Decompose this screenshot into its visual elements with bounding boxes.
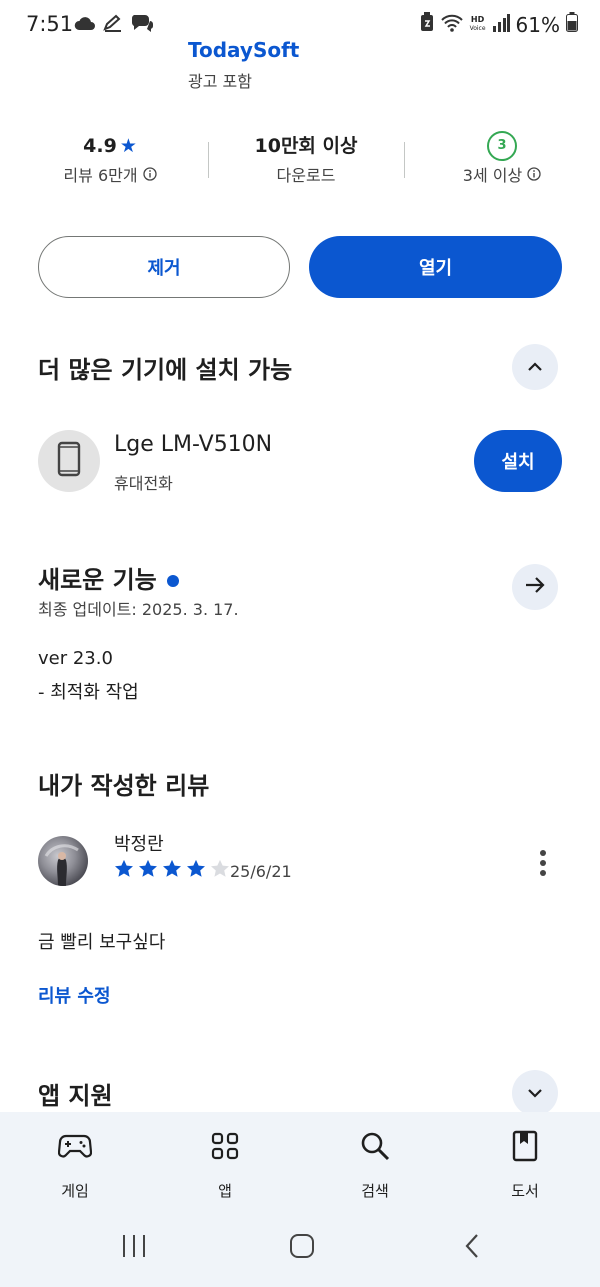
home-icon (288, 1232, 316, 1264)
age-badge-row: 3 (412, 130, 592, 162)
system-status-icons: HD Voice 61% (420, 12, 578, 37)
nav-label: 검색 (361, 1182, 389, 1200)
install-on-device-button[interactable]: 설치 (474, 430, 562, 492)
reviewer-name: 박정란 (114, 834, 164, 855)
hd-voice-icon: HD Voice (470, 16, 486, 33)
smartphone-icon (56, 441, 82, 481)
my-review-title: 내가 작성한 리뷰 (38, 772, 210, 800)
recents-icon (120, 1233, 148, 1263)
age-rating-badge: 3 (487, 131, 517, 161)
review-text: 금 빨리 보구싶다 (38, 932, 166, 953)
recents-button[interactable] (114, 1232, 154, 1264)
uninstall-button[interactable]: 제거 (38, 236, 290, 298)
reviewer-avatar (38, 836, 88, 886)
nav-search[interactable]: 검색 (300, 1112, 450, 1210)
wifi-icon (440, 13, 464, 37)
star-filled-icon (115, 859, 133, 877)
release-notes-line: - 최적화 작업 (38, 682, 139, 703)
hd-label: HD (470, 15, 485, 24)
notification-icons (74, 13, 154, 37)
more-options-button[interactable] (530, 848, 556, 878)
nav-label: 도서 (511, 1182, 539, 1200)
downloads-value: 10만회 이상 (254, 135, 358, 157)
status-bar: 7:51 HD Voice 61% (0, 0, 600, 52)
nav-apps[interactable]: 앱 (150, 1112, 300, 1210)
device-type: 휴대전화 (114, 474, 173, 493)
more-dot (540, 860, 546, 866)
book-icon (512, 1130, 538, 1162)
home-button[interactable] (282, 1232, 322, 1264)
whats-new-arrow-button[interactable] (512, 564, 558, 610)
new-indicator-dot (166, 575, 179, 587)
star-filled-icon (139, 859, 157, 877)
nav-label: 게임 (61, 1182, 89, 1200)
app-support-title: 앱 지원 (38, 1082, 113, 1110)
age-label-row: 3세 이상 (412, 162, 592, 190)
signal-icon (492, 13, 510, 37)
chevron-up-icon (526, 358, 544, 377)
arrow-right-icon (524, 576, 546, 598)
system-navigation-bar (0, 1210, 600, 1287)
back-icon (462, 1232, 482, 1264)
expand-button[interactable] (512, 1070, 558, 1116)
search-icon (359, 1130, 391, 1162)
more-devices-title: 더 많은 기기에 설치 가능 (38, 356, 293, 384)
device-avatar (38, 430, 100, 492)
star-empty-icon (211, 859, 229, 877)
apps-grid-icon (211, 1130, 239, 1162)
release-notes-line: ver 23.0 (38, 648, 113, 669)
rating-stat[interactable]: 4.9 ★ 리뷰 6만개 (20, 130, 200, 190)
stats-divider (404, 142, 405, 178)
pencil-icon (102, 14, 124, 36)
whats-new-label: 새로운 기능 (38, 566, 157, 594)
nav-books[interactable]: 도서 (450, 1112, 600, 1210)
chevron-down-icon (526, 1084, 544, 1103)
more-dot (540, 850, 546, 856)
age-rating-label: 3세 이상 (462, 166, 523, 185)
review-stars (113, 858, 231, 880)
downloads-label: 다운로드 (276, 166, 336, 185)
battery-saver-icon (420, 12, 434, 37)
info-icon (142, 162, 157, 190)
star-filled-icon (163, 859, 181, 877)
review-date: 25/6/21 (230, 862, 292, 881)
collapse-button[interactable] (512, 344, 558, 390)
rating-label-row: 리뷰 6만개 (20, 162, 200, 190)
bottom-navigation: 게임 앱 검색 도서 (0, 1112, 600, 1210)
cloud-icon (74, 15, 96, 35)
stats-divider (208, 142, 209, 178)
info-icon (527, 162, 541, 190)
reviews-count: 리뷰 6만개 (63, 166, 138, 185)
voice-label: Voice (469, 25, 486, 32)
open-button[interactable]: 열기 (309, 236, 562, 298)
battery-percent: 61% (515, 12, 560, 37)
more-dot (540, 870, 546, 876)
device-name: Lge LM-V510N (114, 432, 273, 457)
age-rating-stat[interactable]: 3 3세 이상 (412, 130, 592, 190)
developer-link[interactable]: TodaySoft (188, 38, 299, 62)
edit-review-link[interactable]: 리뷰 수정 (38, 982, 111, 1008)
nav-games[interactable]: 게임 (0, 1112, 150, 1210)
status-time: 7:51 (26, 12, 74, 36)
battery-icon (566, 12, 578, 37)
last-updated: 최종 업데이트: 2025. 3. 17. (38, 600, 239, 619)
whats-new-title[interactable]: 새로운 기능 (38, 560, 179, 595)
gamepad-icon (58, 1130, 92, 1162)
rating-value: 4.9 (83, 135, 117, 157)
rating-star-icon: ★ (119, 135, 137, 157)
star-filled-icon (187, 859, 205, 877)
rating-value-row: 4.9 ★ (20, 130, 200, 162)
downloads-stat: 10만회 이상 다운로드 (216, 130, 396, 190)
nav-label: 앱 (218, 1182, 232, 1200)
chat-bubble-icon (130, 13, 154, 37)
app-stats: 4.9 ★ 리뷰 6만개 10만회 이상 다운로드 3 3세 이상 (0, 130, 600, 194)
back-button[interactable] (452, 1232, 492, 1264)
ads-note: 광고 포함 (188, 72, 252, 91)
